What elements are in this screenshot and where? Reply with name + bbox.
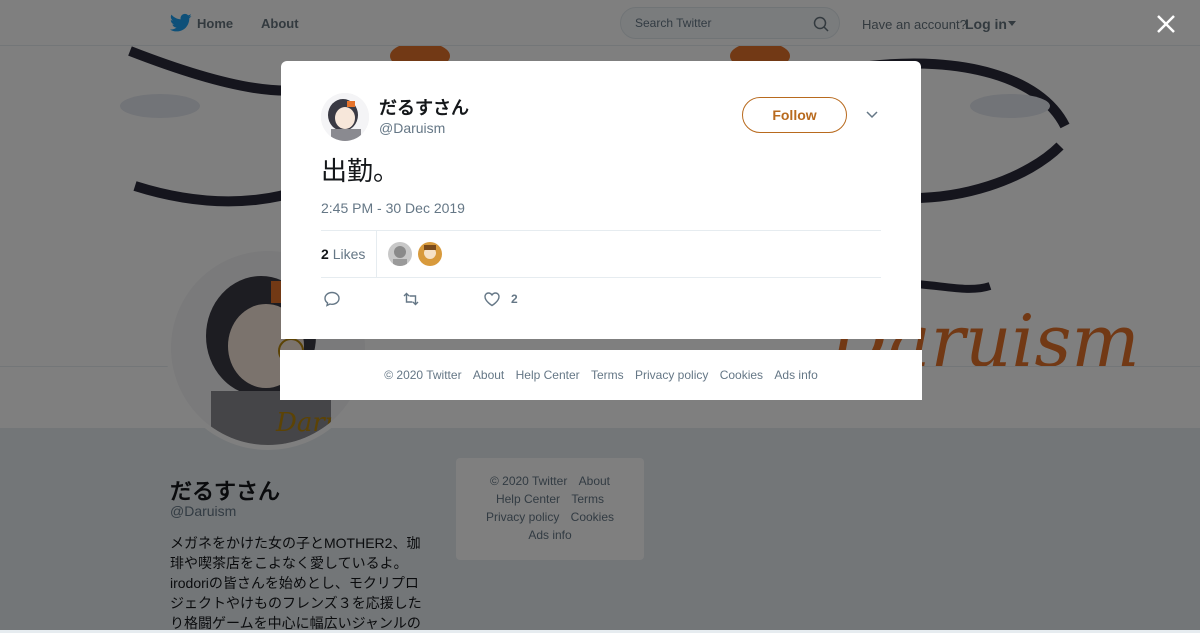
close-icon[interactable] bbox=[1154, 12, 1178, 36]
modal-footer-privacy-link[interactable]: Privacy policy bbox=[635, 368, 708, 382]
modal-footer-help-link[interactable]: Help Center bbox=[516, 368, 580, 382]
author-avatar-artwork bbox=[321, 93, 369, 141]
tweet-author-handle[interactable]: @Daruism bbox=[379, 120, 445, 136]
tweet-author-avatar[interactable] bbox=[321, 93, 369, 141]
liker-avatar[interactable] bbox=[418, 242, 442, 266]
divider bbox=[321, 277, 881, 278]
retweet-icon[interactable] bbox=[402, 290, 420, 308]
divider bbox=[376, 231, 377, 277]
modal-footer-ads-link[interactable]: Ads info bbox=[774, 368, 817, 382]
modal-footer-terms-link[interactable]: Terms bbox=[591, 368, 624, 382]
modal-footer-copyright: © 2020 Twitter bbox=[384, 368, 462, 382]
modal-footer-about-link[interactable]: About bbox=[473, 368, 504, 382]
heart-icon[interactable] bbox=[483, 290, 501, 308]
likes-count: 2 bbox=[321, 246, 329, 262]
liker-avatar[interactable] bbox=[388, 242, 412, 266]
likes-stat[interactable]: 2 Likes bbox=[321, 246, 365, 262]
like-action-count: 2 bbox=[511, 292, 518, 306]
tweet-timestamp[interactable]: 2:45 PM - 30 Dec 2019 bbox=[321, 200, 465, 216]
modal-footer: © 2020 Twitter About Help Center Terms P… bbox=[280, 350, 922, 400]
tweet-author-name[interactable]: だるすさん bbox=[379, 94, 469, 120]
tweet-text: 出勤。 bbox=[321, 156, 400, 186]
liker-avatar-artwork bbox=[418, 242, 442, 266]
follow-button[interactable]: Follow bbox=[742, 97, 847, 133]
liker-avatar-artwork bbox=[388, 242, 412, 266]
modal-footer-cookies-link[interactable]: Cookies bbox=[720, 368, 763, 382]
divider bbox=[321, 230, 881, 231]
reply-icon[interactable] bbox=[323, 290, 341, 308]
tweet-modal: だるすさん @Daruism Follow 出勤。 2:45 PM - 30 D… bbox=[281, 61, 921, 339]
likes-label: Likes bbox=[332, 246, 366, 262]
chevron-down-icon[interactable] bbox=[865, 108, 879, 122]
